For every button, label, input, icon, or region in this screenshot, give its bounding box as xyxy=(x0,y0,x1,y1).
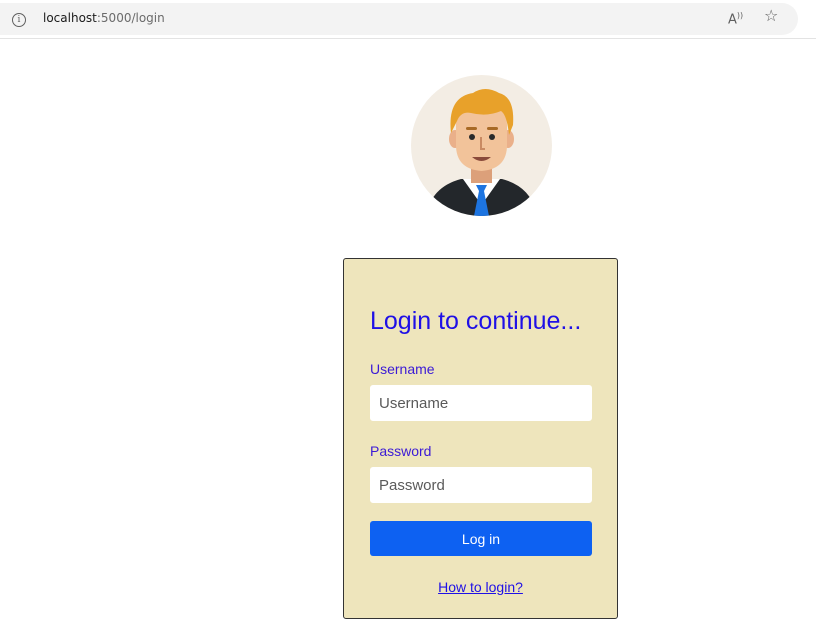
url-path: :5000/login xyxy=(96,11,165,25)
username-label: Username xyxy=(370,361,435,377)
url-field[interactable]: i localhost:5000/login A)) xyxy=(0,3,798,35)
url-text[interactable]: localhost:5000/login xyxy=(43,11,165,25)
site-info-icon[interactable]: i xyxy=(12,13,26,27)
login-button[interactable]: Log in xyxy=(370,521,592,556)
password-input[interactable] xyxy=(370,467,592,503)
username-input[interactable] xyxy=(370,385,592,421)
read-aloud-letter: A xyxy=(728,12,737,28)
read-aloud-waves: )) xyxy=(736,11,744,20)
login-card: Login to continue... Username Password L… xyxy=(343,258,618,619)
how-to-login-link[interactable]: How to login? xyxy=(344,579,617,595)
browser-address-bar: i localhost:5000/login A)) ☆ xyxy=(0,0,816,39)
url-host: localhost xyxy=(43,11,97,25)
user-avatar-icon xyxy=(411,75,552,216)
read-aloud-icon[interactable]: A)) xyxy=(728,11,743,27)
password-label: Password xyxy=(370,443,432,459)
favorite-star-icon[interactable]: ☆ xyxy=(764,6,778,25)
login-title: Login to continue... xyxy=(370,307,582,335)
